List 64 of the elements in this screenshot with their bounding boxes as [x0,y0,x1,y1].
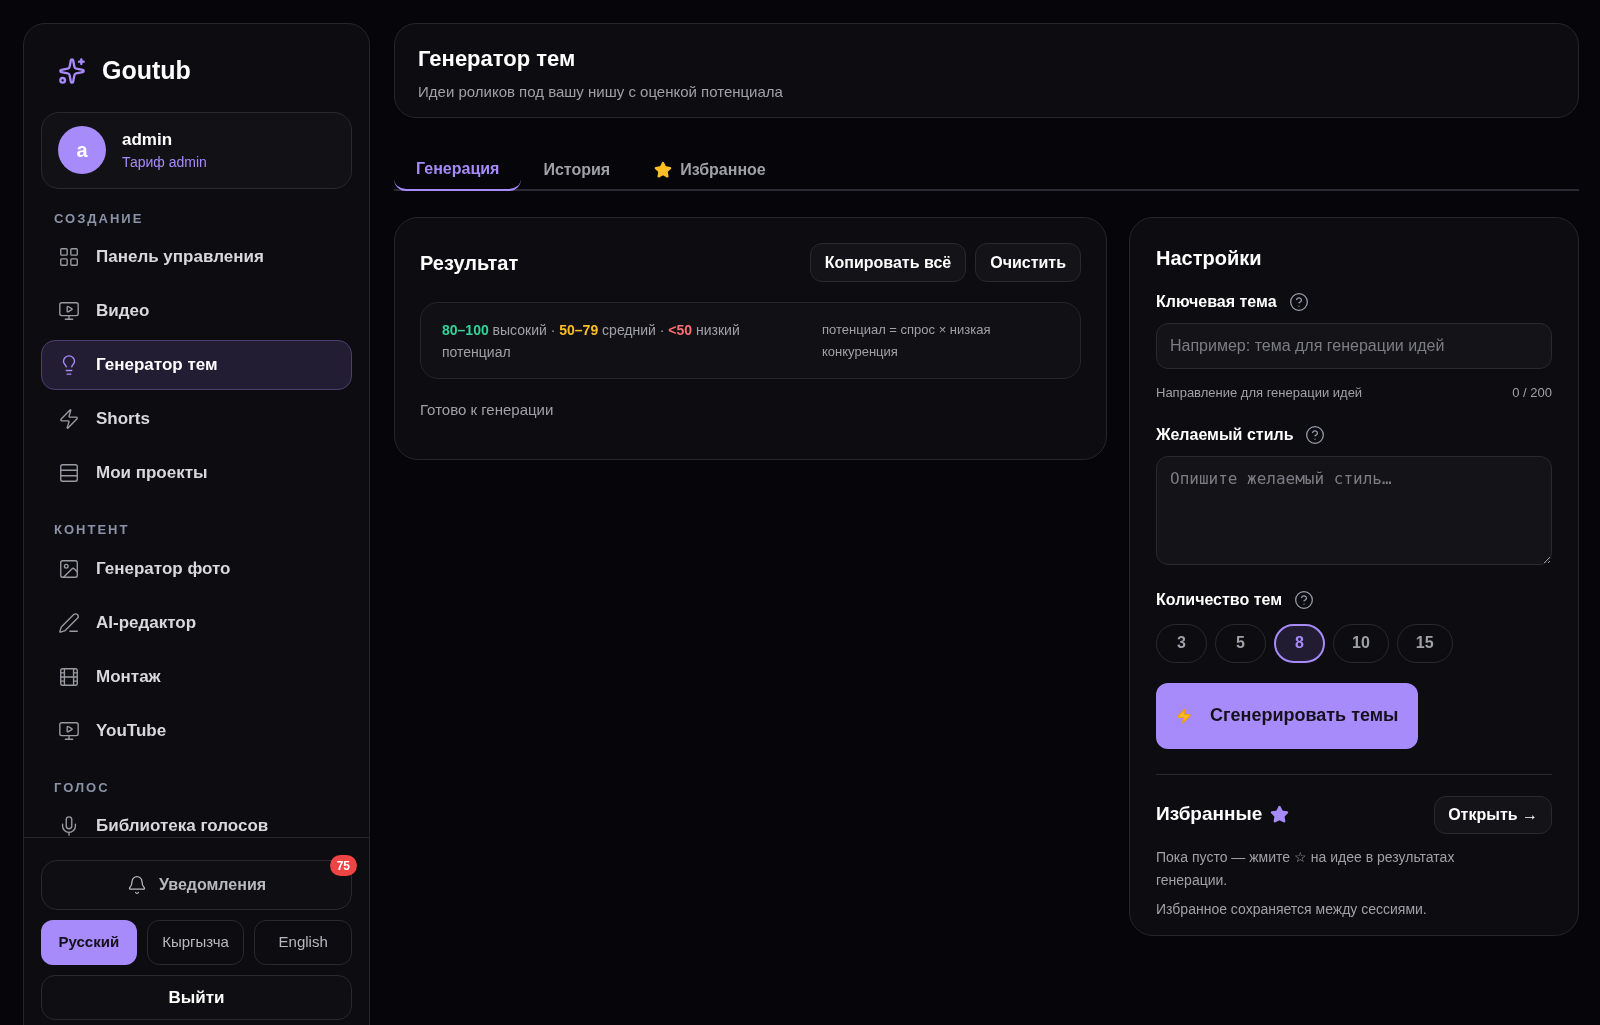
user-plan: Тариф admin [122,153,207,173]
status-text: Готово к генерации [420,400,555,420]
action-button[interactable]: Очистить [975,243,1081,282]
help-icon[interactable] [1294,589,1315,610]
nav-item[interactable]: Мои проекты [41,448,352,498]
user-name: admin [122,128,174,151]
grid-icon [58,246,80,268]
nav-item[interactable]: Генератор фото [41,543,352,594]
sparkle-icon [58,56,86,85]
nav-item[interactable]: AI-редактор [41,597,352,648]
style-textarea[interactable]: Опишите желаемый стиль… [1156,455,1552,565]
tab[interactable]: Избранное [632,148,788,191]
lightning-icon [1176,707,1192,724]
field-hint: Направление для генерации идей [1156,384,1363,402]
nav-item[interactable]: Видео [41,286,352,336]
play-icon [58,719,80,742]
user-card[interactable]: a admin Тариф admin [41,111,352,189]
generate-button[interactable]: Сгенерировать темы [1156,682,1419,749]
topic-input[interactable]: Например: тема для генерации идей [1156,323,1552,369]
nav-item[interactable]: Генератор тем [41,340,352,390]
action-button[interactable]: Копировать всё [809,243,967,282]
field-label: Желаемый стиль [1156,424,1294,445]
card-title: Результат [420,250,519,276]
avatar: a [58,126,106,174]
list-icon [58,462,80,484]
favorites-title: Избранные [1156,802,1263,827]
help-icon[interactable] [1305,424,1326,445]
help-icon[interactable] [1288,292,1309,312]
favorites-empty-text: Пока пусто — жмите ☆ на идее в результатах генерации. [1156,847,1456,890]
card-title: Настройки [1156,246,1263,271]
favorites-note: Избранное сохраняется между сессиями. [1156,899,1428,919]
star-icon [654,160,673,179]
pen-icon [58,611,80,634]
film-icon [58,665,80,688]
field-label: Количество тем [1156,589,1283,610]
bell-icon [126,875,147,895]
language-button[interactable]: Кыргызча [146,920,245,965]
open-button[interactable]: Открыть → [1434,795,1552,834]
char-counter: 0 / 200 [1512,384,1552,402]
brand-name: Goutub [102,55,191,86]
star-icon [1270,805,1290,824]
nav-item[interactable]: Библиотека голосов [41,801,352,837]
tab[interactable]: Генерация [394,148,522,191]
logout-button[interactable]: Выйти [41,975,352,1020]
formula-text: потенциал = спрос × низкая конкуренция [822,320,992,361]
image-icon [58,557,80,580]
section-heading: ГОЛОС [53,778,111,797]
tab[interactable]: История [521,148,633,191]
nav-item[interactable]: Монтаж [41,651,352,702]
notification-badge: 75 [329,855,357,876]
page-subtitle: Идеи роликов под вашу нишу с оценкой потенциала [418,82,784,102]
nav-item[interactable]: YouTube [41,705,352,756]
nav-item[interactable]: Shorts [41,394,352,444]
language-button[interactable]: Русский [41,920,137,965]
field-label: Ключевая тема [1156,292,1277,312]
section-heading: СОЗДАНИЕ [53,209,145,228]
section-heading: КОНТЕНТ [53,521,131,539]
legend-text: 80–100 высокий · 50–79 средний · <50 низкий потенциал [442,320,741,362]
nav-item[interactable]: Панель управления [41,232,352,282]
play-icon [58,300,80,322]
count-option[interactable]: 8 [1274,623,1325,663]
language-button[interactable]: English [254,920,352,965]
lightning-icon [58,408,80,430]
page-title: Генератор тем [418,45,577,73]
